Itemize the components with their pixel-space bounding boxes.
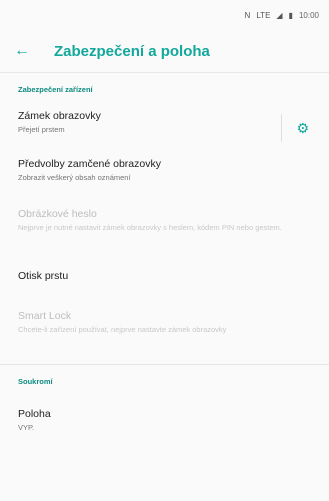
list-item-fingerprint[interactable]: Otisk prstu — [0, 270, 329, 310]
item-title: Poloha — [18, 408, 51, 420]
battery-icon: ▮ — [288, 10, 293, 20]
gear-icon[interactable]: ⚙ — [296, 120, 309, 137]
list-item-location[interactable]: Poloha VYP. — [0, 408, 329, 448]
item-subtitle: Nejprve je nutné nastavit zámek obrazovk… — [18, 223, 282, 232]
network-icon: N — [244, 10, 251, 20]
vertical-divider — [281, 114, 283, 142]
item-title: Otisk prstu — [18, 270, 69, 282]
section-header: Zabezpečení zařízení — [18, 85, 93, 94]
section-privacy: Soukromí Poloha VYP. — [0, 365, 329, 448]
item-subtitle: Zobrazit veškerý obsah oznámení — [18, 173, 131, 182]
item-title: Předvolby zamčené obrazovky — [18, 158, 161, 170]
item-title: Obrázkové heslo — [18, 208, 97, 220]
screen-lock-settings: ⚙ — [281, 114, 309, 142]
clock: 10:00 — [298, 10, 319, 20]
app-bar: ← Zabezpečení a poloha — [0, 30, 329, 73]
signal-icon: ◢ — [276, 10, 283, 20]
item-subtitle: VYP. — [18, 423, 35, 432]
item-subtitle: Přejetí prstem — [18, 125, 65, 134]
item-subtitle: Chcete-li zařízení používat, nejprve nas… — [18, 325, 227, 334]
list-item-screen-lock[interactable]: Zámek obrazovky Přejetí prstem ⚙ — [0, 110, 329, 148]
list-item-lock-screen-preferences[interactable]: Předvolby zamčené obrazovky Zobrazit veš… — [0, 158, 329, 202]
back-arrow-icon[interactable]: ← — [14, 42, 44, 60]
section-header: Soukromí — [18, 377, 53, 386]
lte-icon: LTE — [256, 10, 271, 20]
item-title: Smart Lock — [18, 310, 72, 322]
status-bar: N LTE ◢ ▮ 10:00 — [0, 0, 329, 30]
page-title: Zabezpečení a poloha — [54, 42, 210, 60]
item-title: Zámek obrazovky — [18, 110, 101, 122]
section-device-security: Zabezpečení zařízení Zámek obrazovky Pře… — [0, 81, 329, 364]
list-item-picture-password: Obrázkové heslo Nejprve je nutné nastavi… — [0, 208, 329, 266]
list-item-smart-lock: Smart Lock Chcete-li zařízení používat, … — [0, 310, 329, 364]
